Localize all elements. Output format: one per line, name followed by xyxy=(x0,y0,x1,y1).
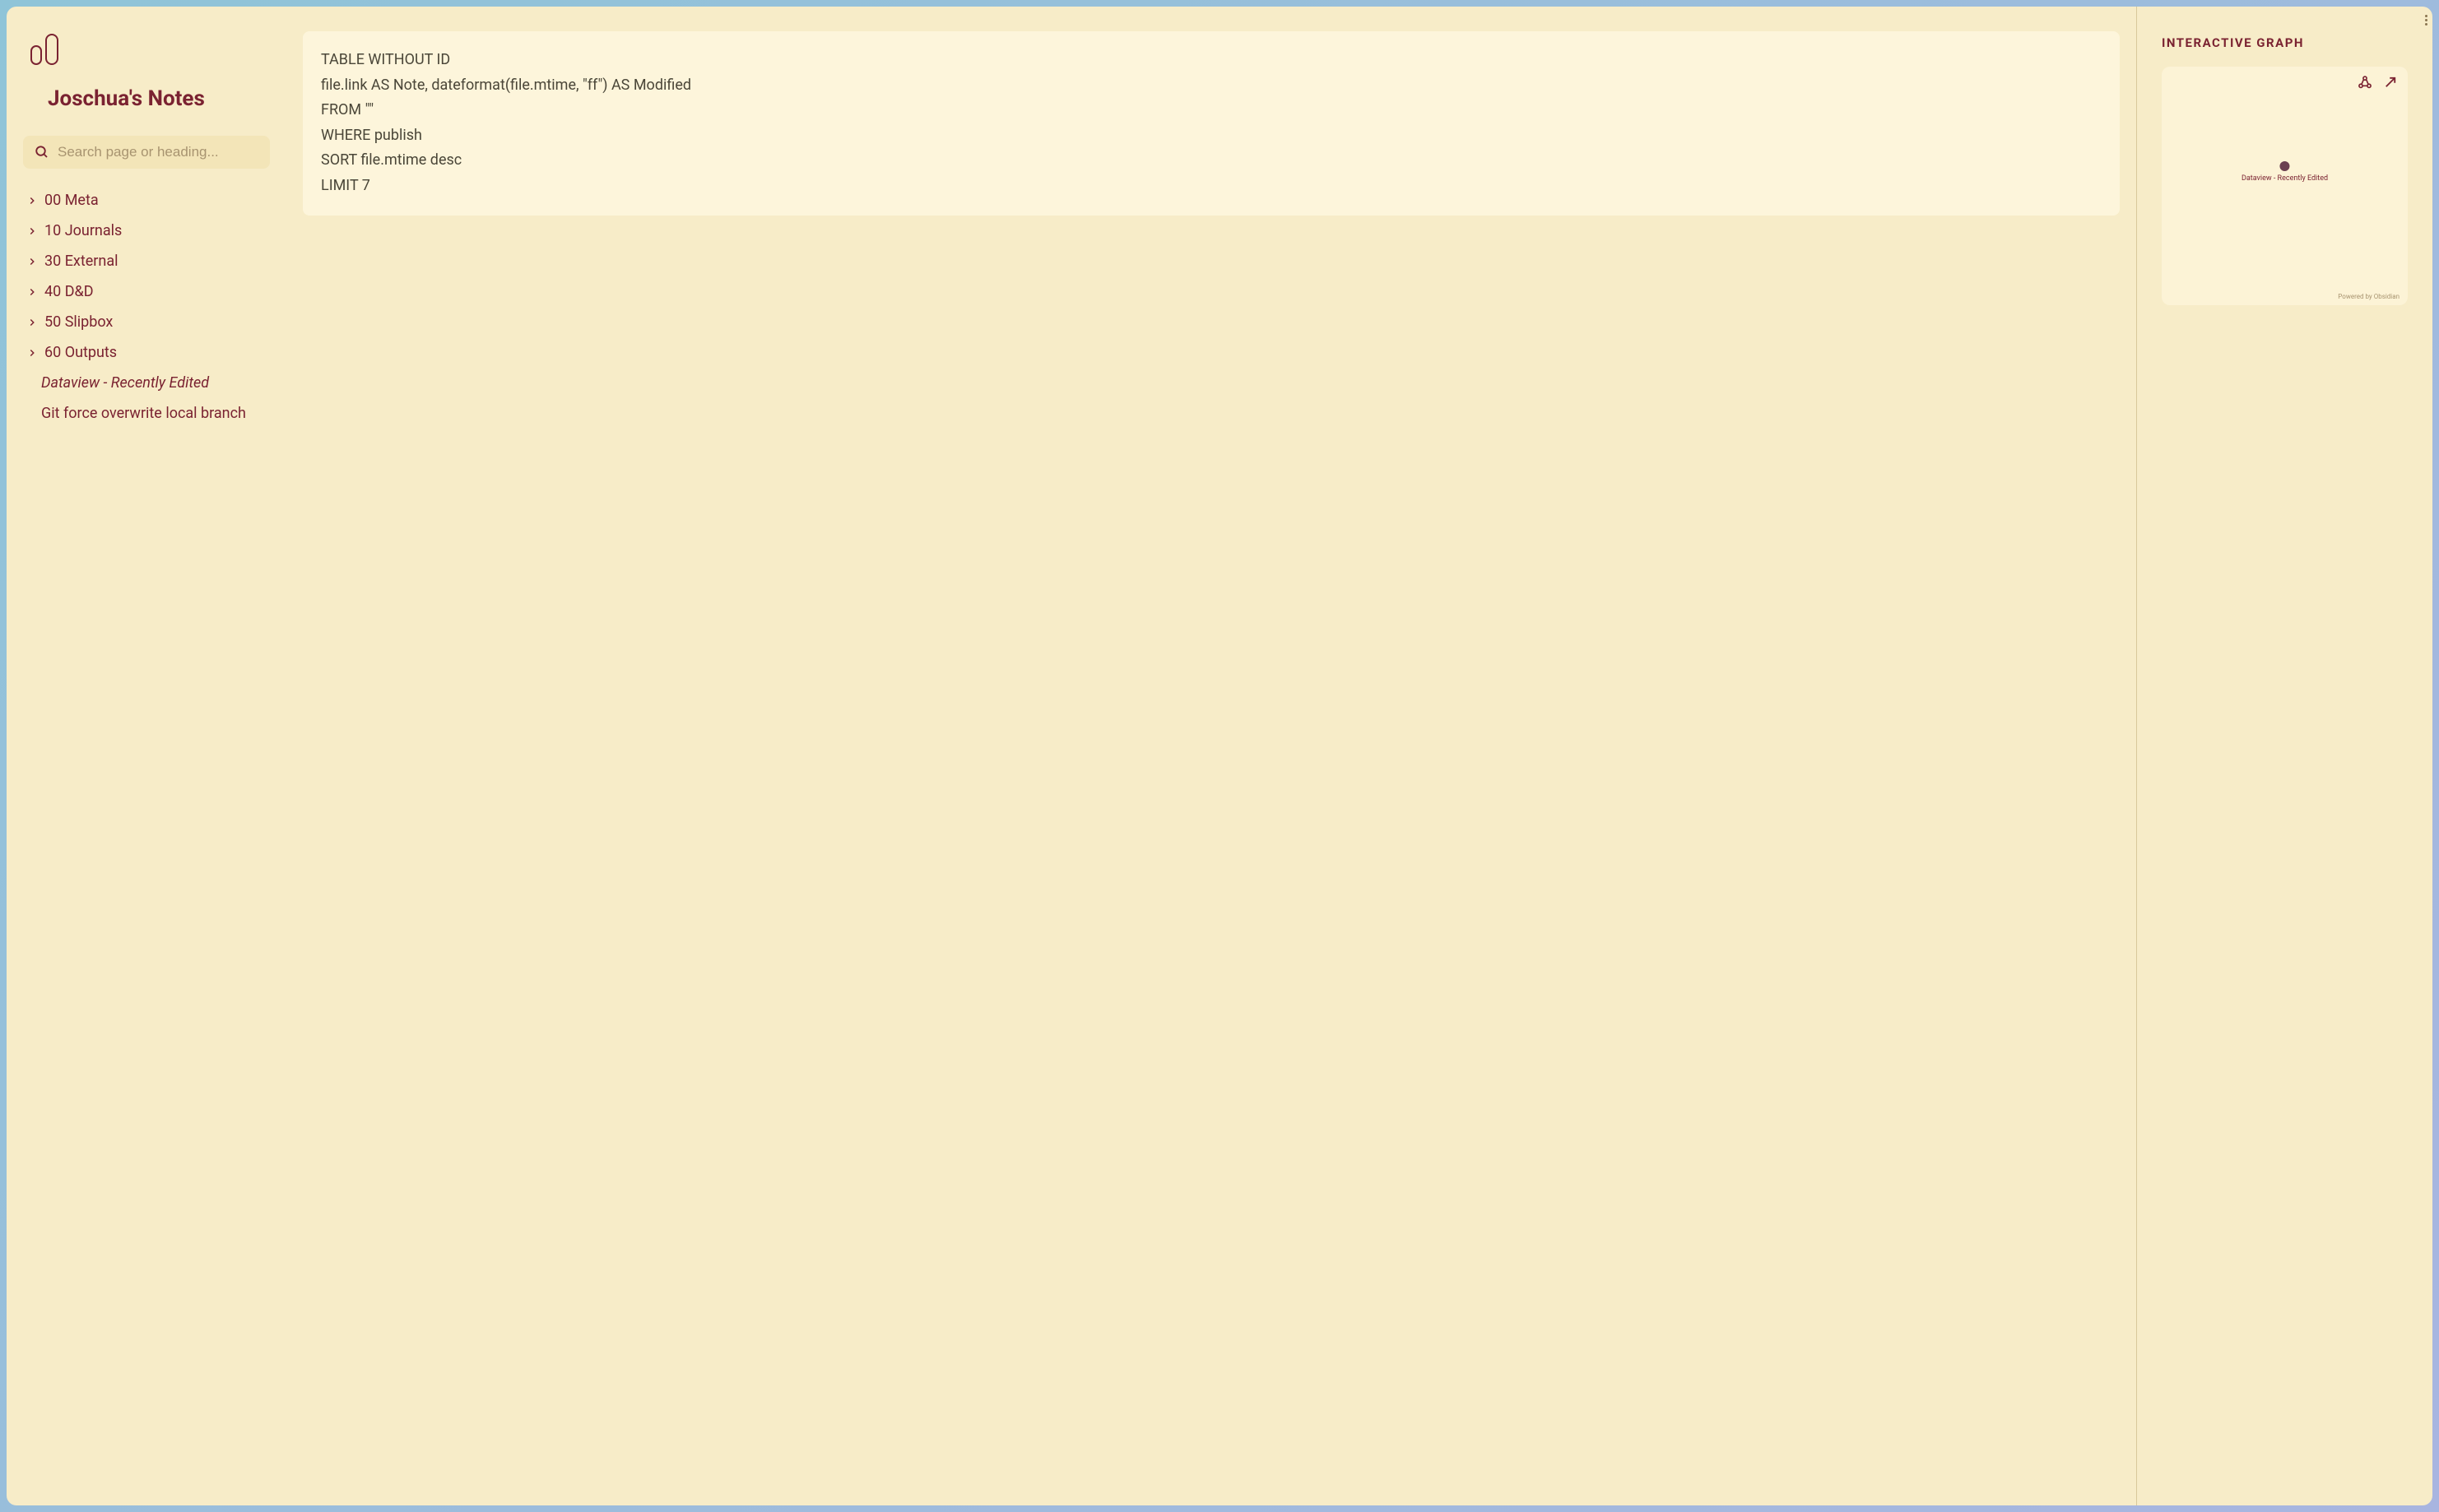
search-input[interactable] xyxy=(58,144,258,160)
chevron-right-icon xyxy=(26,195,38,206)
sidebar-title[interactable]: Joschua's Notes xyxy=(23,86,270,111)
nav-item-label: 50 Slipbox xyxy=(44,313,113,331)
code-line-3: WHERE publish xyxy=(321,123,2102,149)
chevron-right-icon xyxy=(26,347,38,359)
nav-item-2[interactable]: 30 External xyxy=(23,246,270,276)
code-line-1: file.link AS Note, dateformat(file.mtime… xyxy=(321,73,2102,99)
search-box[interactable] xyxy=(23,136,270,169)
graph-footer[interactable]: Powered by Obsidian xyxy=(2338,293,2400,300)
nav-item-label: 30 External xyxy=(44,253,118,270)
graph-node-dot xyxy=(2279,161,2289,171)
right-panel: INTERACTIVE GRAPH Dataview - Recently Ed… xyxy=(2136,7,2432,1505)
main-content: TABLE WITHOUT IDfile.link AS Note, datef… xyxy=(286,7,2136,1505)
code-line-0: TABLE WITHOUT ID xyxy=(321,48,2102,73)
sidebar: Joschua's Notes 00 Meta 10 Journals 30 Ext… xyxy=(7,7,286,1505)
graph-node[interactable]: Dataview - Recently Edited xyxy=(2242,161,2328,183)
nav-item-label: 10 Journals xyxy=(44,222,122,239)
chevron-right-icon xyxy=(26,286,38,298)
graph-panel-title: INTERACTIVE GRAPH xyxy=(2162,35,2408,50)
graph-depth-icon[interactable] xyxy=(2357,75,2373,91)
code-line-4: SORT file.mtime desc xyxy=(321,148,2102,174)
nav-item-4[interactable]: 50 Slipbox xyxy=(23,307,270,337)
chevron-right-icon xyxy=(26,256,38,267)
graph-node-label: Dataview - Recently Edited xyxy=(2242,174,2328,183)
nav-item-1[interactable]: 10 Journals xyxy=(23,216,270,246)
chevron-right-icon xyxy=(26,317,38,328)
nav-item-0[interactable]: 00 Meta xyxy=(23,185,270,216)
nav-item-label: Dataview - Recently Edited xyxy=(41,374,209,392)
nav-item-label: 40 D&D xyxy=(44,283,94,300)
app-window: Joschua's Notes 00 Meta 10 Journals 30 Ext… xyxy=(7,7,2432,1505)
code-line-5: LIMIT 7 xyxy=(321,174,2102,199)
nav-list: 00 Meta 10 Journals 30 External 40 D&D 50 Sl… xyxy=(23,185,270,429)
logo-icon xyxy=(30,31,63,71)
nav-item-5[interactable]: 60 Outputs xyxy=(23,337,270,368)
graph-container[interactable]: Dataview - Recently Edited Powered by Ob… xyxy=(2162,67,2408,305)
nav-item-label: Git force overwrite local branch xyxy=(41,405,246,422)
code-block: TABLE WITHOUT IDfile.link AS Note, datef… xyxy=(303,31,2120,216)
code-line-2: FROM "" xyxy=(321,98,2102,123)
nav-item-3[interactable]: 40 D&D xyxy=(23,276,270,307)
nav-item-7[interactable]: Git force overwrite local branch xyxy=(23,398,270,429)
search-icon xyxy=(35,145,49,160)
nav-item-6[interactable]: Dataview - Recently Edited xyxy=(23,368,270,398)
expand-icon[interactable] xyxy=(2383,75,2398,90)
nav-item-label: 60 Outputs xyxy=(44,344,117,361)
logo[interactable] xyxy=(23,31,270,74)
nav-item-label: 00 Meta xyxy=(44,192,99,209)
chevron-right-icon xyxy=(26,225,38,237)
